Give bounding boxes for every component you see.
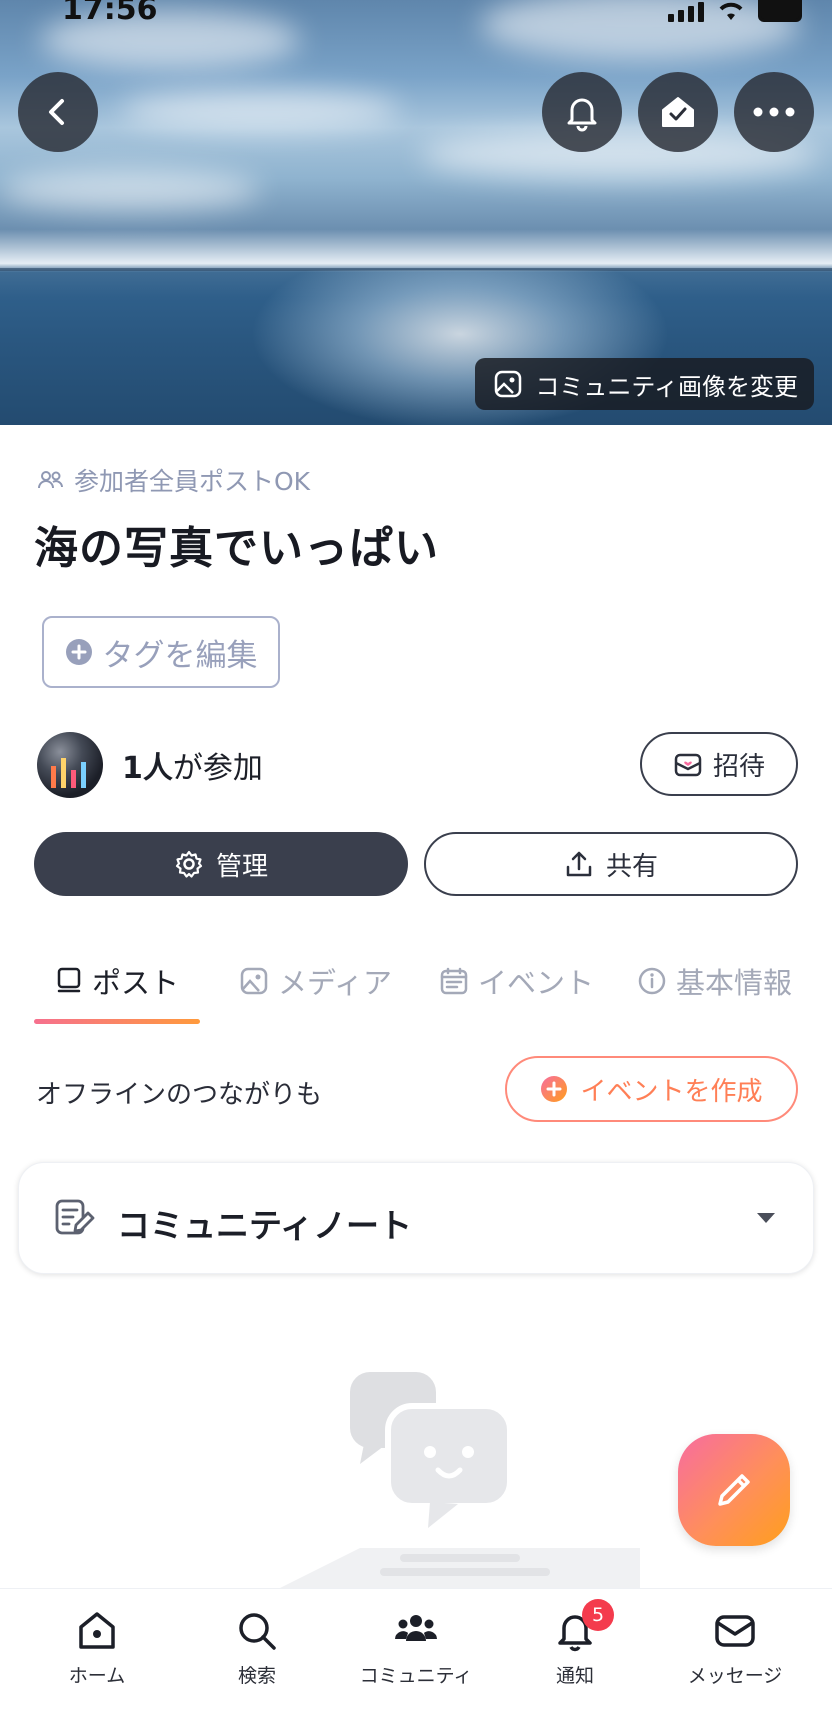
nav-notifications[interactable]: 5 通知 <box>500 1599 650 1688</box>
compose-post-button[interactable] <box>678 1434 790 1546</box>
gear-icon <box>175 850 203 878</box>
share-label: 共有 <box>605 851 658 882</box>
member-avatar[interactable] <box>37 732 103 798</box>
create-event-label: イベントを作成 <box>580 1076 763 1107</box>
edit-tags-button[interactable]: タグを編集 <box>42 616 280 688</box>
invite-button[interactable]: 招待 <box>640 732 798 796</box>
manage-label: 管理 <box>215 851 268 882</box>
calendar-icon <box>440 967 468 995</box>
nav-messages-label: メッセージ <box>687 1665 783 1687</box>
more-options-button[interactable] <box>734 72 814 152</box>
community-note-title: コミュニティノート <box>117 1206 413 1245</box>
status-icons <box>668 0 802 22</box>
share-button[interactable]: 共有 <box>424 832 798 896</box>
change-image-label: コミュニティ画像を変更 <box>535 372 798 401</box>
chevron-down-icon <box>757 1213 775 1223</box>
back-button[interactable] <box>18 72 98 152</box>
member-count: 1人 <box>122 751 173 786</box>
search-icon <box>239 1613 276 1650</box>
wifi-icon <box>719 2 743 20</box>
members-icon <box>38 471 63 489</box>
home-icon <box>79 1612 115 1649</box>
image-icon <box>495 370 522 398</box>
community-icon <box>395 1615 437 1641</box>
manage-button[interactable]: 管理 <box>34 832 408 896</box>
create-event-button[interactable]: イベントを作成 <box>505 1056 798 1122</box>
change-community-image-button[interactable]: コミュニティ画像を変更 <box>475 358 814 410</box>
more-icon <box>753 107 795 117</box>
invite-mail-icon <box>674 753 702 777</box>
member-suffix: が参加 <box>172 751 263 786</box>
tab-about-label: 基本情報 <box>676 966 793 1000</box>
active-tab-indicator <box>34 1019 200 1024</box>
community-note-card[interactable]: コミュニティノート <box>18 1162 814 1274</box>
plus-circle-icon <box>65 639 92 665</box>
tab-posts-label: ポスト <box>92 966 180 1000</box>
tab-events-label: イベント <box>478 966 595 1000</box>
notification-badge: 5 <box>582 1599 614 1631</box>
empty-chat-illustration <box>280 1372 640 1588</box>
pencil-icon <box>718 1474 750 1506</box>
nav-home-label: ホーム <box>68 1665 126 1687</box>
edit-tags-label: タグを編集 <box>102 637 258 674</box>
bottom-navigation: ホーム 検索 コミュニティ 5 通知 メッセージ <box>0 1588 832 1711</box>
note-edit-icon <box>55 1199 95 1235</box>
tab-media[interactable]: メディア <box>240 960 392 1002</box>
nav-search[interactable]: 検索 <box>182 1609 332 1688</box>
tab-events[interactable]: イベント <box>440 960 594 1002</box>
notification-settings-button[interactable] <box>542 72 622 152</box>
nav-community[interactable]: コミュニティ <box>341 1609 491 1688</box>
plus-circle-icon <box>541 1076 568 1102</box>
bell-icon <box>567 98 597 132</box>
nav-messages[interactable]: メッセージ <box>660 1609 810 1688</box>
tab-about[interactable]: 基本情報 <box>638 960 792 1002</box>
offline-prompt: オフラインのつながりも <box>36 1080 323 1110</box>
share-upload-icon <box>566 851 592 877</box>
community-cover-image: 17:56 コミュニティ画像を変更 <box>0 0 832 425</box>
battery-icon <box>758 0 802 22</box>
content-tabs: ポスト メディア イベント 基本情報 <box>0 946 832 1026</box>
invite-label: 招待 <box>712 751 765 782</box>
nav-notifications-label: 通知 <box>555 1665 594 1687</box>
nav-community-label: コミュニティ <box>359 1665 473 1687</box>
nav-search-label: 検索 <box>237 1665 276 1687</box>
member-count-text[interactable]: 1人が参加 <box>122 743 263 787</box>
post-permission: 参加者全員ポストOK <box>36 462 310 498</box>
post-icon <box>57 967 81 993</box>
permission-label: 参加者全員ポストOK <box>74 467 311 496</box>
info-icon <box>638 967 666 995</box>
chevron-left-icon <box>49 99 64 125</box>
status-time: 17:56 <box>62 0 158 27</box>
community-title: 海の写真でいっぱい <box>34 523 439 574</box>
nav-home[interactable]: ホーム <box>22 1609 172 1688</box>
signal-icon <box>668 2 704 22</box>
media-icon <box>240 967 268 995</box>
joined-status-button[interactable] <box>638 72 718 152</box>
home-check-icon <box>662 97 694 127</box>
tab-media-label: メディア <box>278 966 392 1000</box>
mail-icon <box>715 1615 755 1647</box>
tab-posts[interactable]: ポスト <box>56 960 179 1002</box>
